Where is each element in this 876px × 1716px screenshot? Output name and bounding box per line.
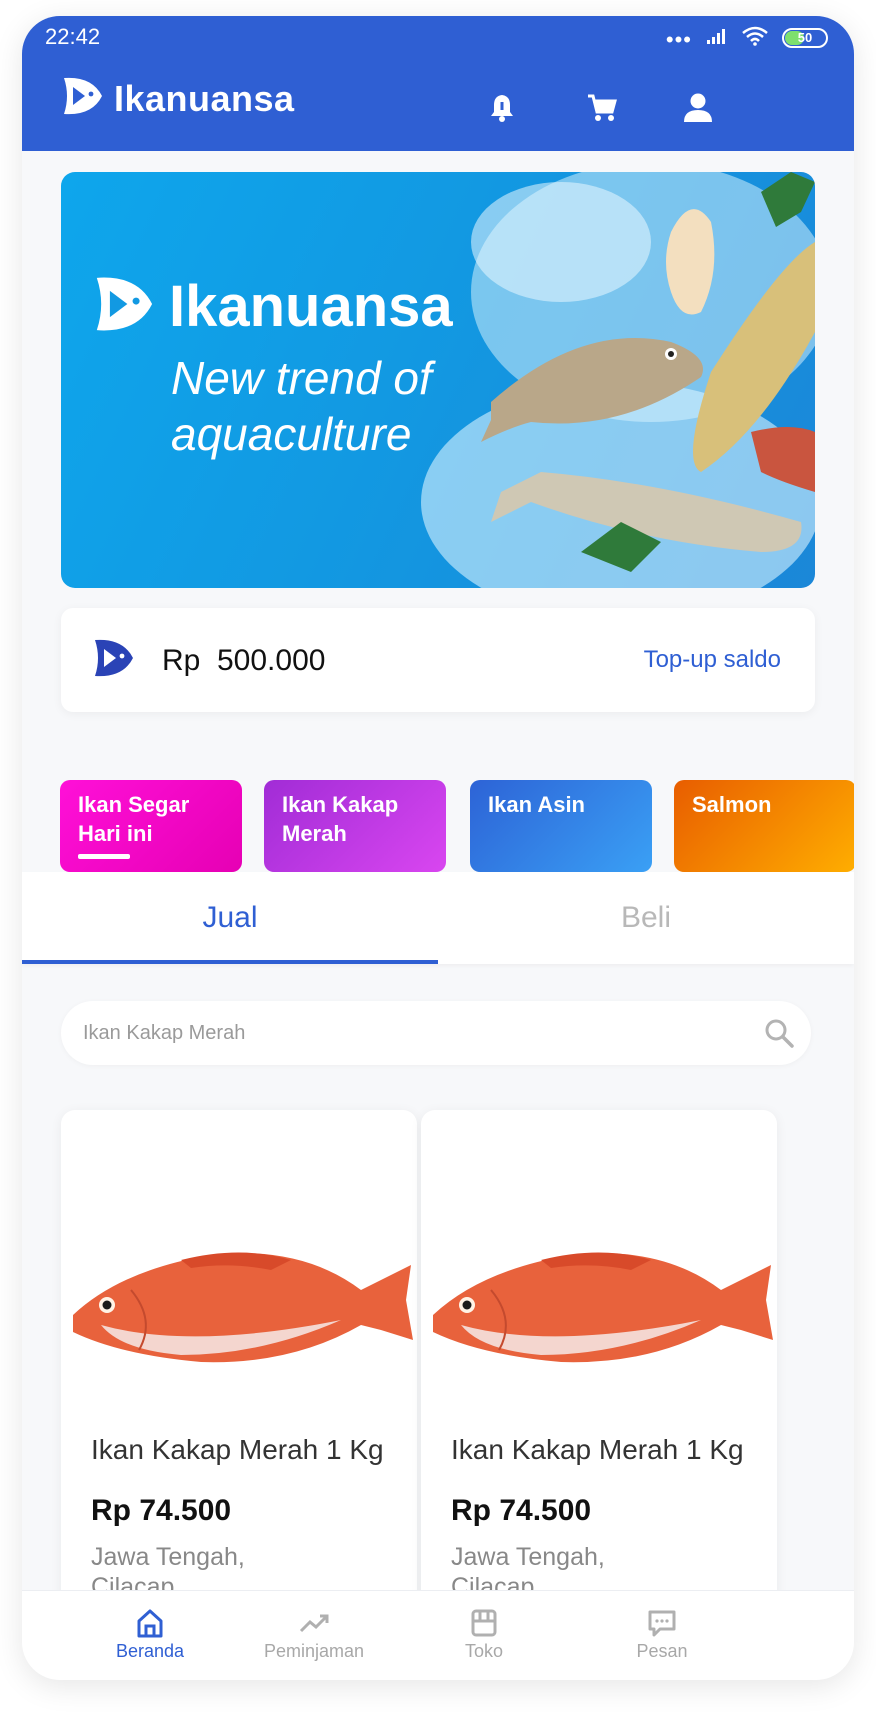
status-icons: ••• 50 bbox=[665, 26, 828, 52]
product-price: Rp 74.500 bbox=[451, 1494, 592, 1527]
bell-icon[interactable] bbox=[482, 88, 522, 128]
product-location-line1: Jawa Tengah, bbox=[91, 1543, 245, 1571]
product-price: Rp 74.500 bbox=[91, 1494, 232, 1527]
tab-bar: Jual Beli bbox=[22, 872, 854, 964]
nav-label: Pesan bbox=[636, 1641, 688, 1661]
app-header: 22:42 ••• 50 Ikanuansa bbox=[22, 16, 854, 151]
product-image bbox=[73, 1252, 413, 1363]
phone-screen: 22:42 ••• 50 Ikanuansa Ikanuansa New tre… bbox=[22, 16, 854, 1680]
chip-label-line1: Ikan Kakap bbox=[282, 792, 399, 817]
trending-up-icon bbox=[299, 1614, 329, 1633]
store-icon bbox=[471, 1609, 497, 1637]
banner-tagline-line2: aquaculture bbox=[171, 408, 412, 460]
product-location-line1: Jawa Tengah, bbox=[451, 1543, 605, 1571]
category-chips: Ikan Segar Hari ini Ikan Kakap Merah Ika… bbox=[22, 780, 854, 872]
product-title: Ikan Kakap Merah 1 Kg bbox=[91, 1434, 384, 1465]
home-icon bbox=[137, 1609, 163, 1638]
search-bar bbox=[61, 1001, 811, 1065]
chip-label-line2: Merah bbox=[282, 821, 347, 846]
ikanuansa-logo-icon bbox=[91, 272, 155, 341]
battery-icon: 50 bbox=[782, 28, 828, 48]
nav-label: Toko bbox=[464, 1641, 504, 1661]
chip-ikan-segar[interactable]: Ikan Segar Hari ini bbox=[60, 780, 242, 872]
promo-banner[interactable]: Ikanuansa New trend of aquaculture bbox=[61, 172, 815, 588]
nav-item-peminjaman[interactable]: Peminjaman bbox=[224, 1591, 404, 1680]
banner-brand: Ikanuansa bbox=[91, 272, 453, 341]
user-icon[interactable] bbox=[678, 88, 718, 128]
bottom-navigation: Beranda Peminjaman Toko Pesan bbox=[22, 1590, 854, 1680]
product-image bbox=[433, 1252, 773, 1363]
ikanuansa-logo-icon bbox=[60, 74, 104, 123]
product-card[interactable]: Ikan Kakap Merah 1 Kg Rp 74.500 Jawa Ten… bbox=[61, 1110, 417, 1610]
tab-jual[interactable]: Jual bbox=[22, 872, 438, 964]
search-input[interactable] bbox=[83, 1001, 723, 1065]
nav-label: Peminjaman bbox=[263, 1641, 365, 1661]
balance-currency: Rp bbox=[162, 644, 201, 677]
banner-tagline: New trend of aquaculture bbox=[171, 350, 491, 462]
tab-active-indicator bbox=[22, 960, 438, 964]
search-icon[interactable] bbox=[763, 1017, 795, 1054]
product-card[interactable]: Ikan Kakap Merah 1 Kg Rp 74.500 Jawa Ten… bbox=[421, 1110, 777, 1610]
banner-brand-name: Ikanuansa bbox=[169, 274, 453, 339]
status-time: 22:42 bbox=[45, 24, 101, 49]
cart-icon[interactable] bbox=[582, 88, 622, 128]
brand: Ikanuansa bbox=[60, 74, 295, 123]
banner-tagline-line1: New trend of bbox=[171, 352, 432, 404]
chip-ikan-kakap-merah[interactable]: Ikan Kakap Merah bbox=[264, 780, 446, 872]
balance-card: Rp 500.000 Top-up saldo bbox=[61, 608, 815, 712]
chip-label-line1: Salmon bbox=[692, 792, 772, 817]
chip-ikan-asin[interactable]: Ikan Asin bbox=[470, 780, 652, 872]
chip-label-line1: Ikan Asin bbox=[488, 792, 585, 817]
topup-link[interactable]: Top-up saldo bbox=[644, 646, 781, 674]
wallet-logo-icon bbox=[91, 636, 135, 685]
chat-icon bbox=[648, 1610, 676, 1637]
nav-label: Beranda bbox=[115, 1641, 185, 1661]
battery-text: 50 bbox=[797, 30, 813, 45]
nav-item-pesan[interactable]: Pesan bbox=[572, 1591, 752, 1680]
tab-beli[interactable]: Beli bbox=[438, 872, 854, 964]
nav-item-toko[interactable]: Toko bbox=[394, 1591, 574, 1680]
brand-name: Ikanuansa bbox=[114, 77, 295, 119]
chip-salmon[interactable]: Salmon bbox=[674, 780, 854, 872]
signal-icon bbox=[706, 27, 728, 50]
wifi-icon bbox=[742, 26, 768, 51]
chip-label-line2: Hari ini bbox=[78, 821, 153, 846]
chip-selected-indicator bbox=[78, 854, 130, 859]
chip-label-line1: Ikan Segar bbox=[78, 792, 190, 817]
product-title: Ikan Kakap Merah 1 Kg bbox=[451, 1434, 744, 1465]
more-dots-icon: ••• bbox=[665, 27, 692, 52]
nav-item-beranda[interactable]: Beranda bbox=[60, 1591, 240, 1680]
balance-amount: 500.000 bbox=[217, 644, 326, 677]
